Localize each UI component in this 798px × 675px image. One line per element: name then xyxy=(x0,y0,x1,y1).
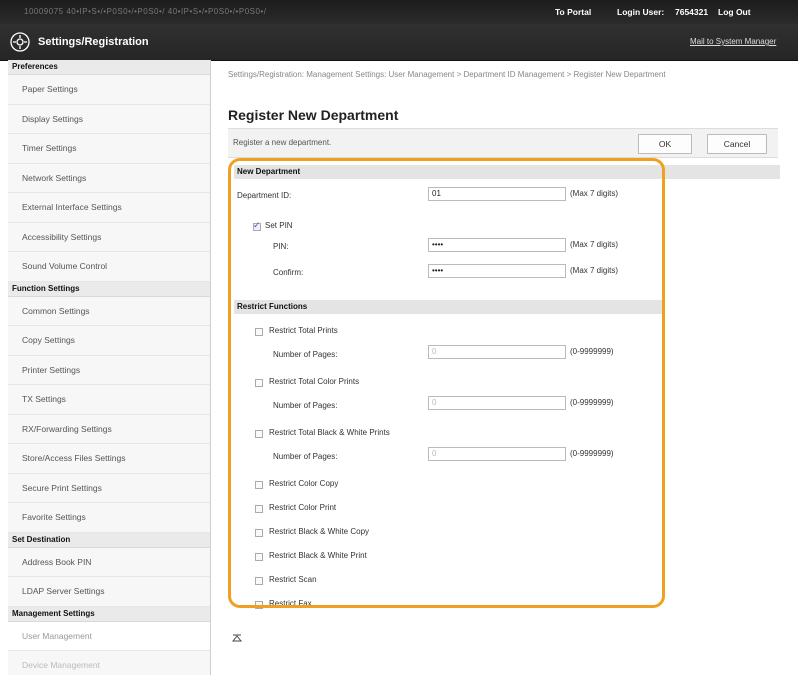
main-content: Settings/Registration: Management Settin… xyxy=(228,60,798,675)
sidebar: Preferences Paper Settings Display Setti… xyxy=(8,60,211,675)
highlight-frame xyxy=(228,158,665,608)
logout-link[interactable]: Log Out xyxy=(718,0,751,24)
page-top-icon[interactable] xyxy=(231,634,243,642)
sidebar-item-common-settings[interactable]: Common Settings xyxy=(8,297,210,326)
sidebar-item-external-interface-settings[interactable]: External Interface Settings xyxy=(8,193,210,223)
sidebar-section-preferences: Preferences xyxy=(8,60,210,75)
login-user-value: 7654321 xyxy=(675,7,709,17)
sidebar-item-device-management[interactable]: Device Management xyxy=(8,651,210,675)
sidebar-item-display-settings[interactable]: Display Settings xyxy=(8,105,210,134)
sidebar-item-address-book-pin[interactable]: Address Book PIN xyxy=(8,548,210,577)
title-bar: Settings/Registration Mail to System Man… xyxy=(0,24,798,61)
sidebar-item-tx-settings[interactable]: TX Settings xyxy=(8,385,210,415)
sidebar-item-network-settings[interactable]: Network Settings xyxy=(8,164,210,193)
sidebar-item-timer-settings[interactable]: Timer Settings xyxy=(8,134,210,164)
page-description: Register a new department. xyxy=(233,138,332,147)
mail-to-system-manager-link[interactable]: Mail to System Manager xyxy=(690,24,776,60)
sidebar-item-copy-settings[interactable]: Copy Settings xyxy=(8,326,210,356)
sidebar-item-paper-settings[interactable]: Paper Settings xyxy=(8,75,210,105)
ok-button[interactable]: OK xyxy=(638,134,692,154)
sidebar-item-sound-volume-control[interactable]: Sound Volume Control xyxy=(8,252,210,282)
page-title: Register New Department xyxy=(228,107,399,123)
breadcrumb: Settings/Registration: Management Settin… xyxy=(228,70,666,79)
sidebar-section-function-settings: Function Settings xyxy=(8,281,210,297)
sidebar-section-management-settings: Management Settings xyxy=(8,606,210,622)
description-bar: Register a new department. OK Cancel xyxy=(228,128,778,158)
sidebar-item-favorite-settings[interactable]: Favorite Settings xyxy=(8,503,210,533)
login-user-label: Login User: xyxy=(617,7,665,17)
sidebar-item-printer-settings[interactable]: Printer Settings xyxy=(8,356,210,385)
sidebar-item-ldap-server-settings[interactable]: LDAP Server Settings xyxy=(8,577,210,607)
sidebar-item-rx-forwarding-settings[interactable]: RX/Forwarding Settings xyxy=(8,415,210,444)
settings-gear-icon xyxy=(10,32,30,52)
sidebar-item-store-access-files-settings[interactable]: Store/Access Files Settings xyxy=(8,444,210,474)
cancel-button[interactable]: Cancel xyxy=(707,134,767,154)
top-bar: 10009075 40•IP•S•/•P0S0•/•P0S0•/ 40•IP•S… xyxy=(0,0,798,24)
app-title: Settings/Registration xyxy=(38,36,149,48)
sidebar-item-secure-print-settings[interactable]: Secure Print Settings xyxy=(8,474,210,503)
sidebar-item-accessibility-settings[interactable]: Accessibility Settings xyxy=(8,223,210,252)
to-portal-link[interactable]: To Portal xyxy=(555,0,591,24)
blurred-device-info: 10009075 40•IP•S•/•P0S0•/•P0S0•/ 40•IP•S… xyxy=(24,7,267,16)
sidebar-item-user-management[interactable]: User Management xyxy=(8,621,210,651)
sidebar-section-set-destination: Set Destination xyxy=(8,532,210,548)
